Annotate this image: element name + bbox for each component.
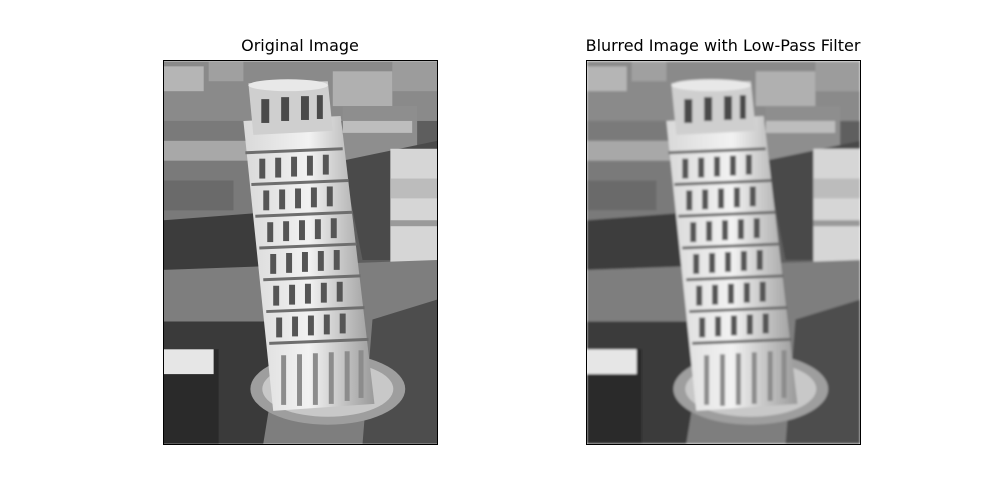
- left-panel-title: Original Image: [241, 36, 359, 55]
- blurred-image: [587, 61, 860, 444]
- original-image: [164, 61, 437, 444]
- original-image-axes: [163, 60, 438, 445]
- blurred-image-axes: [586, 60, 861, 445]
- right-panel-title: Blurred Image with Low-Pass Filter: [585, 36, 861, 55]
